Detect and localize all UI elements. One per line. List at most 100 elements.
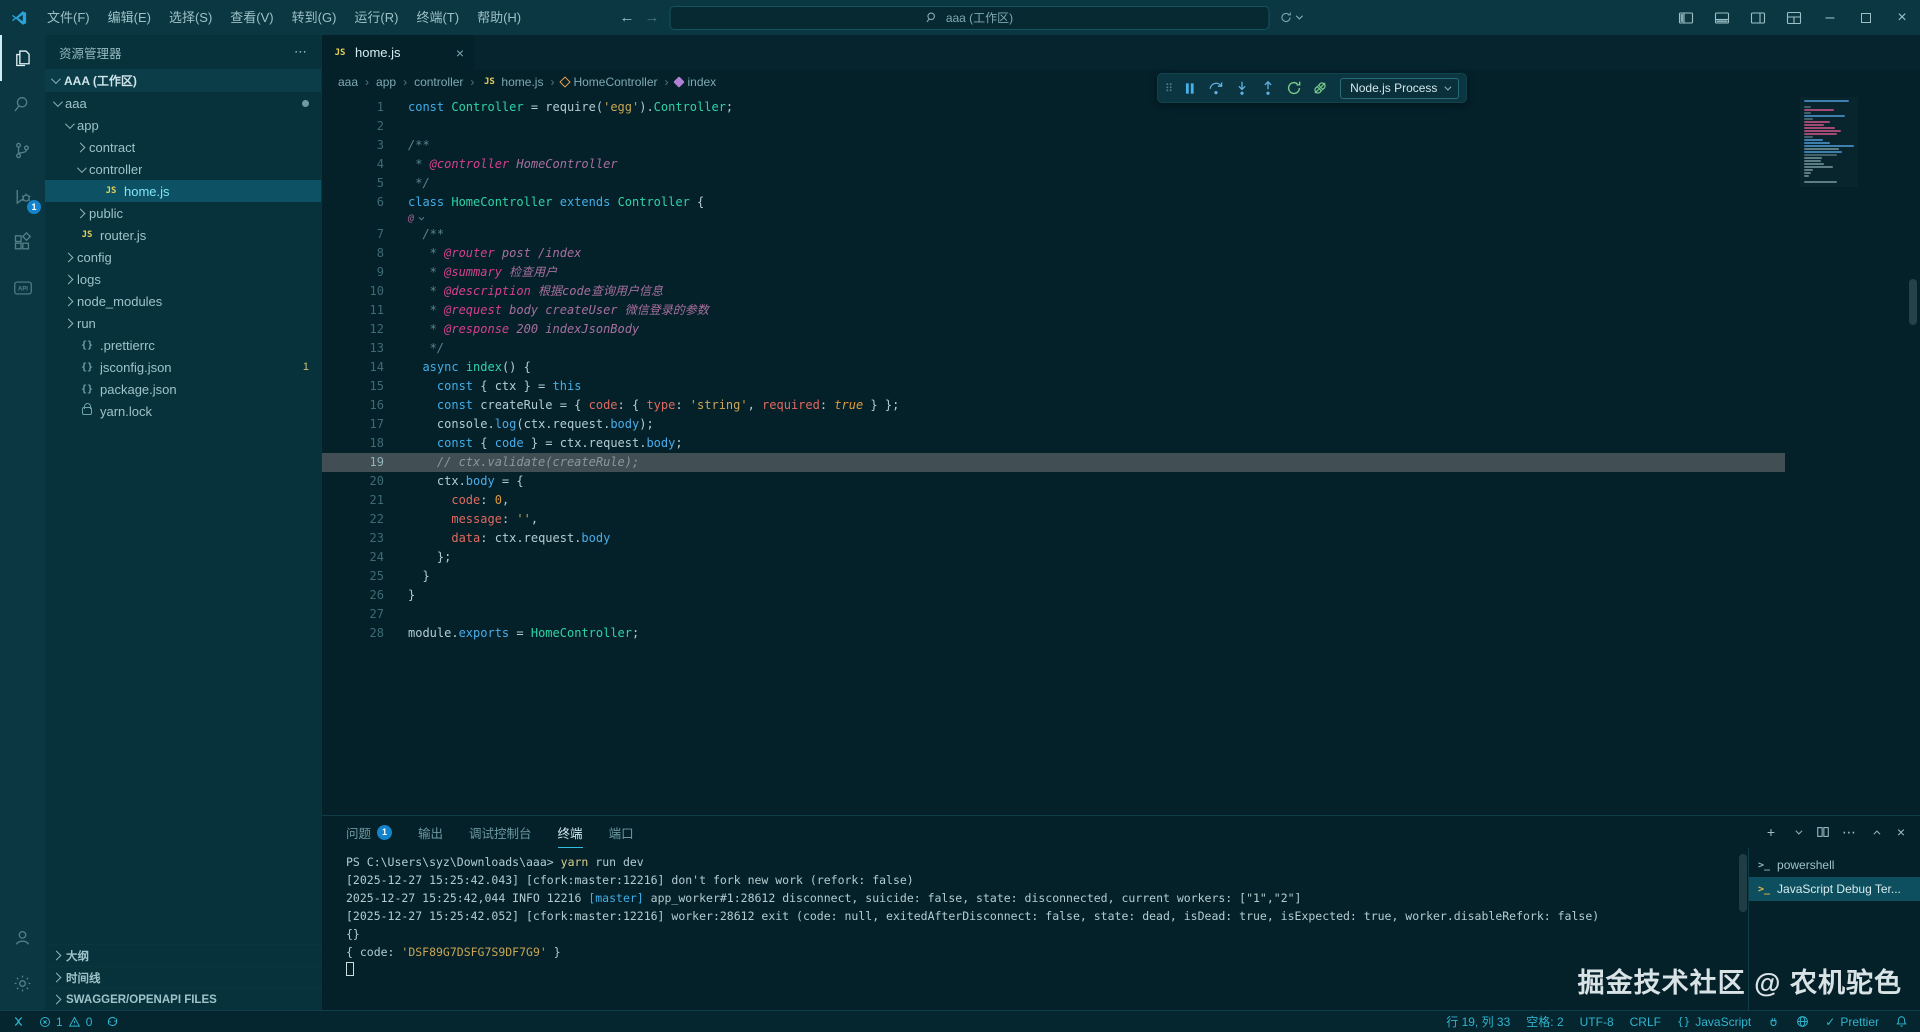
menu-选择(S)[interactable]: 选择(S) (160, 0, 221, 35)
panel-tab-终端[interactable]: 终端 (558, 816, 583, 848)
code-line-6[interactable]: 6class HomeController extends Controller… (322, 193, 1785, 212)
customize-layout-icon[interactable] (1776, 0, 1812, 35)
panel-tab-调试控制台[interactable]: 调试控制台 (469, 816, 532, 848)
breadcrumb-home.js[interactable]: JShome.js (481, 75, 543, 89)
code-line-18[interactable]: 18 const { code } = ctx.request.body; (322, 434, 1785, 453)
cursor-position[interactable]: 行 19, 列 33 (1446, 1013, 1510, 1030)
panel-tab-输出[interactable]: 输出 (418, 816, 443, 848)
code-line-27[interactable]: 27 (322, 605, 1785, 624)
annotation-icon[interactable]: @ (408, 214, 414, 224)
menu-转到(G)[interactable]: 转到(G) (283, 0, 346, 35)
tab-close-icon[interactable]: × (456, 45, 464, 61)
tree-item-logs[interactable]: logs (45, 268, 321, 290)
account-icon[interactable] (0, 914, 45, 960)
indentation-status[interactable]: 空格: 2 (1526, 1013, 1563, 1030)
refresh-dropdown-icon[interactable] (1280, 11, 1301, 24)
code-line-5[interactable]: 5 */ (322, 174, 1785, 193)
tree-item-node_modules[interactable]: node_modules (45, 290, 321, 312)
sync-status-icon[interactable] (106, 1015, 119, 1028)
code-line-21[interactable]: 21 code: 0, (322, 491, 1785, 510)
pause-icon[interactable] (1178, 77, 1201, 100)
tree-item-contract[interactable]: contract (45, 136, 321, 158)
tree-item-home.js[interactable]: JShome.js (45, 180, 321, 202)
sidebar-section-SWAGGER/OPENAPI FILES[interactable]: SWAGGER/OPENAPI FILES (45, 988, 321, 1010)
breadcrumb-aaa[interactable]: aaa (338, 75, 358, 89)
ports-plug-icon[interactable] (1767, 1015, 1780, 1028)
workspace-section-header[interactable]: AAA (工作区) (45, 69, 321, 92)
breadcrumb-app[interactable]: app (376, 75, 396, 89)
close-panel-icon[interactable]: × (1894, 824, 1908, 840)
menu-运行(R)[interactable]: 运行(R) (345, 0, 407, 35)
tree-item-router.js[interactable]: JSrouter.js (45, 224, 321, 246)
code-line-3[interactable]: 3/** (322, 136, 1785, 155)
toggle-primary-sidebar-icon[interactable] (1668, 0, 1704, 35)
eol-status[interactable]: CRLF (1630, 1015, 1661, 1029)
tree-item-public[interactable]: public (45, 202, 321, 224)
notifications-bell-icon[interactable] (1895, 1015, 1908, 1028)
code-line-9[interactable]: 9 * @summary 检查用户 (322, 263, 1785, 282)
sidebar-section-大纲[interactable]: 大纲 (45, 944, 321, 966)
terminal-profile-dropdown-icon[interactable] (1790, 830, 1804, 835)
step-out-icon[interactable] (1256, 77, 1279, 100)
activity-search-icon[interactable] (0, 81, 45, 127)
panel-tab-问题[interactable]: 问题1 (346, 816, 392, 848)
code-line-2[interactable]: 2 (322, 117, 1785, 136)
code-line-8[interactable]: 8 * @router post /index (322, 244, 1785, 263)
tree-item-aaa[interactable]: aaa (45, 92, 321, 114)
minimap[interactable] (1800, 97, 1858, 187)
code-line-15[interactable]: 15 const { ctx } = this (322, 377, 1785, 396)
problems-status[interactable]: 1 0 (39, 1015, 92, 1029)
code-line-26[interactable]: 26} (322, 586, 1785, 605)
go-live-globe-icon[interactable] (1796, 1015, 1809, 1028)
code-line-7[interactable]: 7 /** (322, 225, 1785, 244)
command-center-search[interactable]: aaa (工作区) (670, 6, 1270, 30)
tree-item-controller[interactable]: controller (45, 158, 321, 180)
code-line-13[interactable]: 13 */ (322, 339, 1785, 358)
tree-item-.prettierrc[interactable]: {}.prettierrc (45, 334, 321, 356)
code-line-16[interactable]: 16 const createRule = { code: { type: 's… (322, 396, 1785, 415)
code-line-4[interactable]: 4 * @controller HomeController (322, 155, 1785, 174)
maximize-panel-icon[interactable] (1868, 830, 1882, 835)
breadcrumb-controller[interactable]: controller (414, 75, 463, 89)
tab-home-js[interactable]: JS home.js × (322, 35, 474, 70)
minimize-window-icon[interactable]: – (1812, 0, 1848, 35)
tree-item-yarn.lock[interactable]: yarn.lock (45, 400, 321, 422)
breadcrumb-HomeController[interactable]: HomeController (561, 75, 657, 89)
maximize-window-icon[interactable] (1848, 0, 1884, 35)
tree-item-run[interactable]: run (45, 312, 321, 334)
terminal-list-item-powershell[interactable]: >_powershell (1749, 853, 1920, 877)
formatter-status[interactable]: ✓ Prettier (1825, 1015, 1879, 1029)
step-into-icon[interactable] (1230, 77, 1253, 100)
remote-indicator-icon[interactable] (12, 1015, 25, 1028)
close-window-icon[interactable]: × (1884, 0, 1920, 35)
code-line-14[interactable]: 14 async index() { (322, 358, 1785, 377)
menu-终端(T)[interactable]: 终端(T) (407, 0, 468, 35)
toggle-panel-icon[interactable] (1704, 0, 1740, 35)
code-line-23[interactable]: 23 data: ctx.request.body (322, 529, 1785, 548)
code-line-24[interactable]: 24 }; (322, 548, 1785, 567)
panel-tab-端口[interactable]: 端口 (609, 816, 634, 848)
terminal-output[interactable]: PS C:\Users\syz\Downloads\aaa> yarn run … (322, 848, 1738, 1010)
restart-icon[interactable] (1282, 77, 1305, 100)
more-actions-icon[interactable]: ⋯ (1842, 824, 1856, 841)
code-line-11[interactable]: 11 * @request body createUser 微信登录的参数 (322, 301, 1785, 320)
terminal-scrollbar-thumb[interactable] (1739, 854, 1747, 912)
split-terminal-icon[interactable] (1816, 825, 1830, 839)
activity-source-control-icon[interactable] (0, 127, 45, 173)
language-mode[interactable]: {} JavaScript (1677, 1015, 1751, 1029)
code-line-25[interactable]: 25 } (322, 567, 1785, 586)
overview-ruler[interactable] (1906, 94, 1920, 815)
menu-帮助(H)[interactable]: 帮助(H) (468, 0, 530, 35)
debug-session-select[interactable]: Node.js Process (1340, 78, 1459, 99)
activity-explorer-icon[interactable] (0, 35, 45, 81)
drag-handle-icon[interactable]: ⠿ (1165, 82, 1173, 95)
new-terminal-button[interactable]: + (1764, 824, 1778, 840)
code-line-12[interactable]: 12 * @response 200 indexJsonBody (322, 320, 1785, 339)
tree-item-jsconfig.json[interactable]: {}jsconfig.json1 (45, 356, 321, 378)
code-line-10[interactable]: 10 * @description 根据code查询用户信息 (322, 282, 1785, 301)
code-line-17[interactable]: 17 console.log(ctx.request.body); (322, 415, 1785, 434)
tree-item-config[interactable]: config (45, 246, 321, 268)
toggle-secondary-sidebar-icon[interactable] (1740, 0, 1776, 35)
activity-openapi-icon[interactable]: API (0, 265, 45, 311)
terminal-list-item-JavaScript Debug Ter...[interactable]: >_JavaScript Debug Ter... (1749, 877, 1920, 901)
